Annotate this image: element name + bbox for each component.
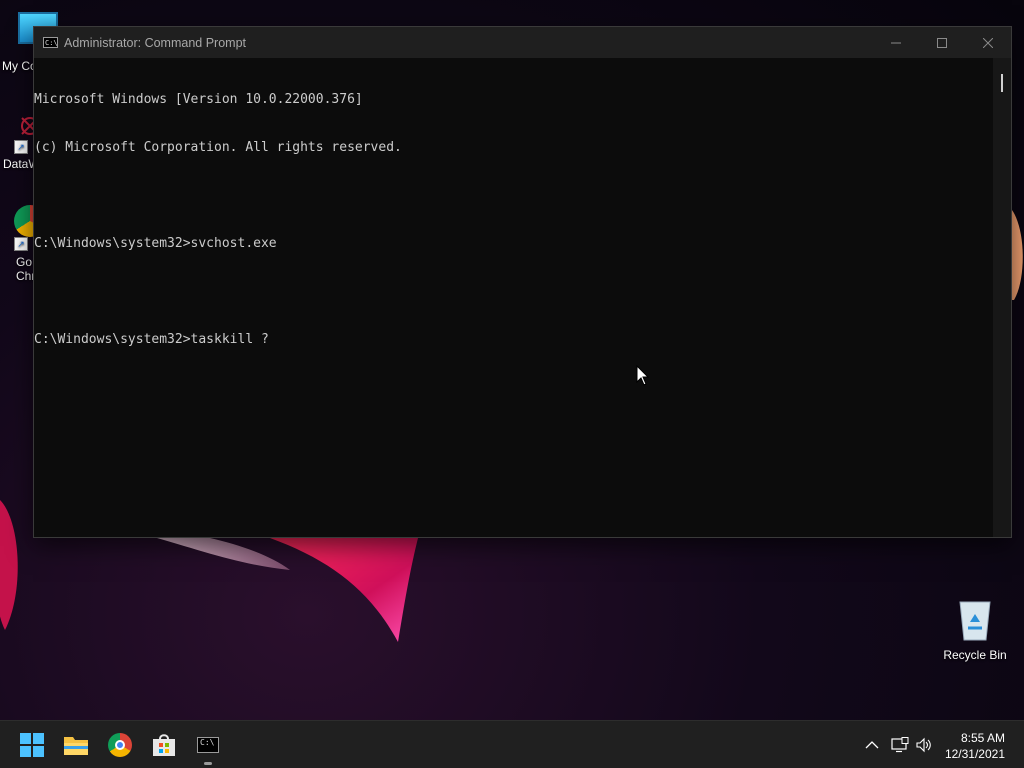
cmd-icon: C:\ bbox=[43, 37, 58, 48]
file-explorer-icon bbox=[64, 737, 88, 755]
start-icon bbox=[20, 733, 44, 757]
taskbar-clock[interactable]: 8:55 AM 12/31/2021 bbox=[945, 730, 1005, 762]
store-icon bbox=[153, 734, 175, 756]
store-button[interactable] bbox=[148, 729, 180, 761]
desktop-icon-label: My Co bbox=[2, 59, 37, 73]
desktop-icon-label: Recycle Bin bbox=[943, 648, 1007, 662]
vertical-scrollbar[interactable] bbox=[993, 58, 1011, 537]
cmd-icon: C:\ bbox=[197, 737, 219, 753]
cmd-taskbar-button[interactable]: C:\ bbox=[192, 729, 224, 761]
scrollbar-thumb[interactable] bbox=[1001, 74, 1003, 92]
mouse-cursor-icon bbox=[636, 365, 650, 386]
minimize-icon bbox=[891, 42, 901, 43]
command-prompt-window[interactable]: C:\ Administrator: Command Prompt Micros… bbox=[33, 26, 1012, 538]
taskbar: C:\ 8:55 AM 12/31/2021 bbox=[0, 720, 1024, 768]
chrome-taskbar-button[interactable] bbox=[104, 729, 136, 761]
network-icon bbox=[891, 737, 909, 753]
console-line: C:\Windows\system32>taskkill ? bbox=[34, 332, 269, 347]
clock-date: 12/31/2021 bbox=[944, 747, 1005, 761]
console-line: Microsoft Windows [Version 10.0.22000.37… bbox=[34, 92, 363, 107]
network-button[interactable] bbox=[890, 735, 910, 755]
desktop-icon-recycle-bin[interactable]: Recycle Bin bbox=[940, 598, 1010, 662]
window-title: Administrator: Command Prompt bbox=[64, 35, 247, 50]
active-app-indicator bbox=[204, 762, 212, 765]
window-titlebar[interactable]: C:\ Administrator: Command Prompt bbox=[34, 27, 1011, 58]
close-icon bbox=[983, 37, 993, 48]
minimize-button[interactable] bbox=[873, 27, 919, 58]
show-hidden-icons-button[interactable] bbox=[862, 735, 882, 755]
console-line: (c) Microsoft Corporation. All rights re… bbox=[34, 140, 402, 155]
shortcut-arrow-icon: ↗ bbox=[14, 237, 28, 251]
maximize-icon bbox=[937, 37, 947, 48]
shortcut-arrow-icon: ↗ bbox=[14, 140, 28, 154]
clock-time: 8:55 AM bbox=[960, 731, 1005, 745]
recycle-bin-icon bbox=[959, 601, 991, 641]
chrome-icon bbox=[108, 733, 132, 757]
console-line: C:\Windows\system32>svchost.exe bbox=[34, 236, 277, 251]
maximize-button[interactable] bbox=[919, 27, 965, 58]
start-button[interactable] bbox=[16, 729, 48, 761]
console-output[interactable]: Microsoft Windows [Version 10.0.22000.37… bbox=[34, 58, 993, 537]
volume-icon bbox=[916, 737, 931, 753]
chevron-up-icon bbox=[865, 741, 879, 749]
close-button[interactable] bbox=[965, 27, 1011, 58]
volume-button[interactable] bbox=[914, 735, 934, 755]
file-explorer-button[interactable] bbox=[60, 729, 92, 761]
